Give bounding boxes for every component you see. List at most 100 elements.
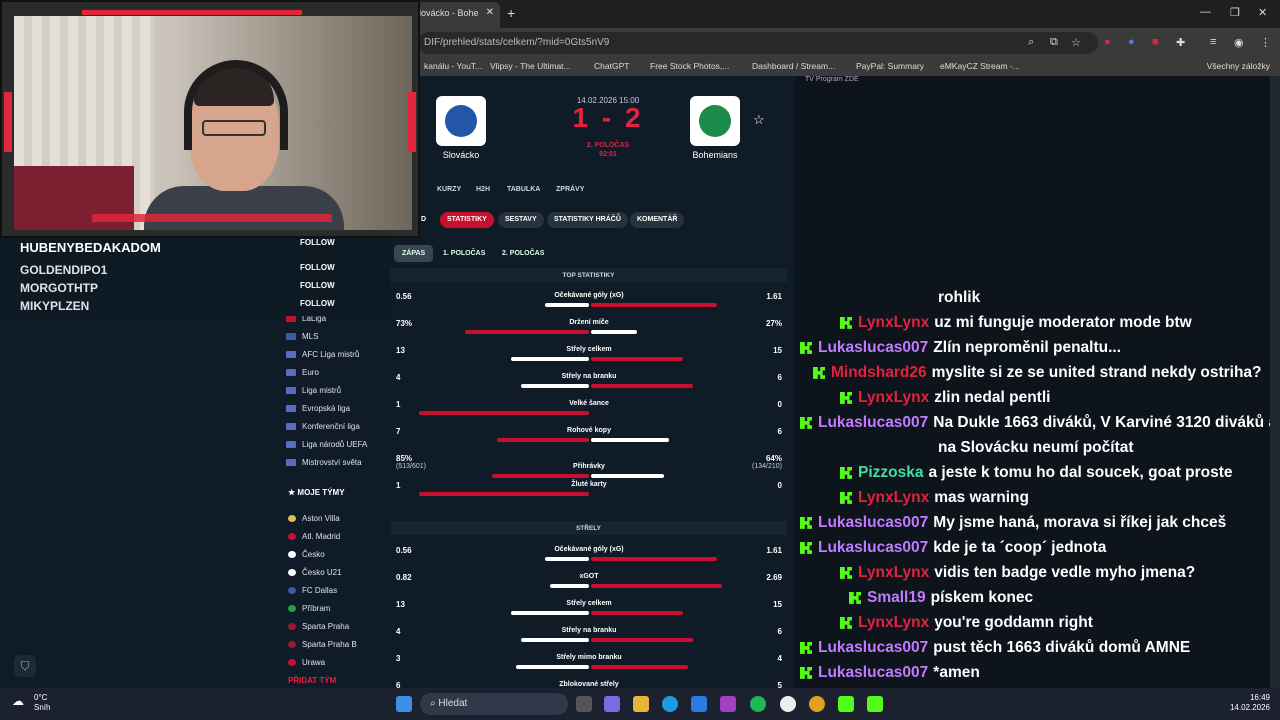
- period-zapas[interactable]: ZÁPAS: [394, 245, 434, 262]
- kick-icon[interactable]: [867, 696, 883, 712]
- subtab-komentar[interactable]: KOMENTÁŘ: [630, 212, 685, 228]
- url-input[interactable]: DIF/prehled/stats/celkem/?mid=0Gts5nV9: [418, 32, 1098, 54]
- chat-username[interactable]: Pizzoska: [858, 464, 923, 481]
- extensions-icon[interactable]: ✚: [1176, 36, 1185, 49]
- minimize-icon[interactable]: —: [1200, 6, 1211, 18]
- favorite-star-icon[interactable]: ☆: [753, 112, 765, 128]
- chat-username[interactable]: LynxLynx: [858, 614, 929, 631]
- extension-icon[interactable]: ■: [1152, 36, 1159, 48]
- stat-label: Střely mimo branku: [556, 654, 622, 661]
- chat-username[interactable]: LynxLynx: [858, 564, 929, 581]
- sidebar-team-item[interactable]: Sparta Praha B: [288, 640, 388, 649]
- subtab-sestavy[interactable]: SESTAVY: [498, 212, 544, 228]
- clock[interactable]: 16:49 14.02.2026: [1230, 693, 1270, 713]
- chat-username[interactable]: Lukaslucas007: [818, 664, 928, 681]
- taskbar-search[interactable]: ⌕ Hledat: [420, 693, 568, 715]
- media-icon[interactable]: ≡: [1210, 36, 1216, 48]
- chat-username[interactable]: Lukaslucas007: [818, 514, 928, 531]
- period-second-half[interactable]: 2. POLOČAS: [494, 245, 552, 262]
- stat-label: Přihrávky: [573, 463, 605, 470]
- install-icon[interactable]: ⧉: [1050, 36, 1058, 49]
- maximize-icon[interactable]: ❐: [1230, 6, 1240, 19]
- new-tab-icon[interactable]: +: [507, 5, 515, 21]
- tab-h2h[interactable]: H2H: [476, 186, 490, 193]
- sidebar-team-item[interactable]: Česko: [288, 550, 388, 559]
- avatar[interactable]: ◉: [1234, 36, 1244, 49]
- home-team-name[interactable]: Slovácko: [421, 150, 501, 160]
- store-icon[interactable]: [691, 696, 707, 712]
- extension-icon[interactable]: ●: [1128, 36, 1135, 48]
- spotify-icon[interactable]: [750, 696, 766, 712]
- bookmark-star-icon[interactable]: ☆: [1071, 36, 1081, 49]
- sidebar-team-item[interactable]: Urawa: [288, 658, 388, 667]
- file-explorer-icon[interactable]: [633, 696, 649, 712]
- chat-username[interactable]: LynxLynx: [858, 489, 929, 506]
- teams-icon[interactable]: [604, 696, 620, 712]
- sidebar-team-item[interactable]: Příbram: [288, 604, 388, 613]
- sidebar-team-item[interactable]: Atl. Madrid: [288, 532, 388, 541]
- chat-username[interactable]: Lukaslucas007: [818, 639, 928, 656]
- sidebar-team-item[interactable]: Sparta Praha: [288, 622, 388, 631]
- subtab-statistiky[interactable]: STATISTIKY: [440, 212, 494, 228]
- stat-away-bar: [591, 474, 664, 478]
- sidebar-team-item[interactable]: Aston Villa: [288, 514, 388, 523]
- period-first-half[interactable]: 1. POLOČAS: [435, 245, 493, 262]
- tab-tabulka[interactable]: TABULKA: [507, 186, 540, 193]
- sidebar-team-item[interactable]: Česko U21: [288, 568, 388, 577]
- stat-away-value: 15: [773, 600, 782, 609]
- bookmark-item[interactable]: PayPal: Summary: [856, 61, 924, 71]
- sidebar-league-item[interactable]: Liga mistrů: [286, 386, 386, 395]
- tab-zpravy[interactable]: ZPRÁVY: [556, 186, 584, 193]
- add-team-button[interactable]: PŘIDAT TÝM: [288, 676, 336, 685]
- zoom-icon[interactable]: ⌕: [1028, 36, 1034, 49]
- extension-icon[interactable]: ●: [1104, 36, 1111, 48]
- chat-scrollbar[interactable]: [1270, 76, 1280, 688]
- close-tab-icon[interactable]: ✕: [486, 7, 494, 18]
- stat-away-value: 0: [777, 400, 782, 409]
- sidebar-league-item[interactable]: Euro: [286, 368, 386, 377]
- kick-badge-icon: [840, 316, 852, 329]
- chat-username[interactable]: Lukaslucas007: [818, 414, 928, 431]
- menu-icon[interactable]: ⋮: [1260, 36, 1271, 49]
- bookmark-item[interactable]: kanálu - YouT...: [424, 61, 482, 71]
- tab-kurzy[interactable]: KURZY: [437, 186, 461, 193]
- weather-widget[interactable]: ☁ 0°C Sníh: [8, 693, 50, 713]
- bookmark-item[interactable]: ChatGPT: [594, 61, 629, 71]
- task-view-icon[interactable]: [576, 696, 592, 712]
- chat-username[interactable]: LynxLynx: [858, 389, 929, 406]
- bookmark-item[interactable]: eMKayCZ Stream -...: [940, 61, 1020, 71]
- kick-icon[interactable]: [838, 696, 854, 712]
- flag-icon: [286, 459, 296, 467]
- edge-icon[interactable]: [662, 696, 678, 712]
- all-bookmarks[interactable]: Všechny záložky: [1207, 61, 1270, 71]
- chat-text: na Slovácku neumí počítat: [938, 439, 1134, 456]
- stat-label: Žluté karty: [571, 481, 607, 488]
- app-icon[interactable]: [720, 696, 736, 712]
- away-team-name[interactable]: Bohemians: [675, 150, 755, 160]
- home-team-logo[interactable]: [436, 96, 486, 146]
- away-team-logo[interactable]: [690, 96, 740, 146]
- chat-username[interactable]: Lukaslucas007: [818, 539, 928, 556]
- chrome-icon[interactable]: [809, 696, 825, 712]
- chat-username[interactable]: Small19: [867, 589, 926, 606]
- sidebar-league-item[interactable]: MLS: [286, 332, 386, 341]
- start-icon[interactable]: [396, 696, 412, 712]
- sidebar-league-item[interactable]: Mistrovství světa: [286, 458, 386, 467]
- sidebar-team-item[interactable]: FC Dallas: [288, 586, 388, 595]
- bookmark-item[interactable]: Dashboard / Stream...: [752, 61, 835, 71]
- sidebar-league-item[interactable]: AFC Liga mistrů: [286, 350, 386, 359]
- sidebar-league-item[interactable]: Evropská liga: [286, 404, 386, 413]
- browser-tab[interactable]: lovácko - Bohe ✕: [415, 2, 500, 28]
- sidebar-league-item[interactable]: Liga národů UEFA: [286, 440, 386, 449]
- chat-username[interactable]: Mindshard26: [831, 364, 927, 381]
- chat-username[interactable]: Lukaslucas007: [818, 339, 928, 356]
- bookmark-item[interactable]: Free Stock Photos,...: [650, 61, 729, 71]
- obs-icon[interactable]: [780, 696, 796, 712]
- sidebar-league-item[interactable]: Konferenční liga: [286, 422, 386, 431]
- subtab-statistiky-hracu[interactable]: STATISTIKY HRÁČŮ: [547, 212, 628, 228]
- chat-text: *amen: [933, 664, 980, 681]
- chat-username[interactable]: LynxLynx: [858, 314, 929, 331]
- shield-icon[interactable]: ⛉: [14, 655, 36, 677]
- close-window-icon[interactable]: ✕: [1258, 6, 1267, 19]
- bookmark-item[interactable]: Vlipsy - The Ultimat...: [490, 61, 571, 71]
